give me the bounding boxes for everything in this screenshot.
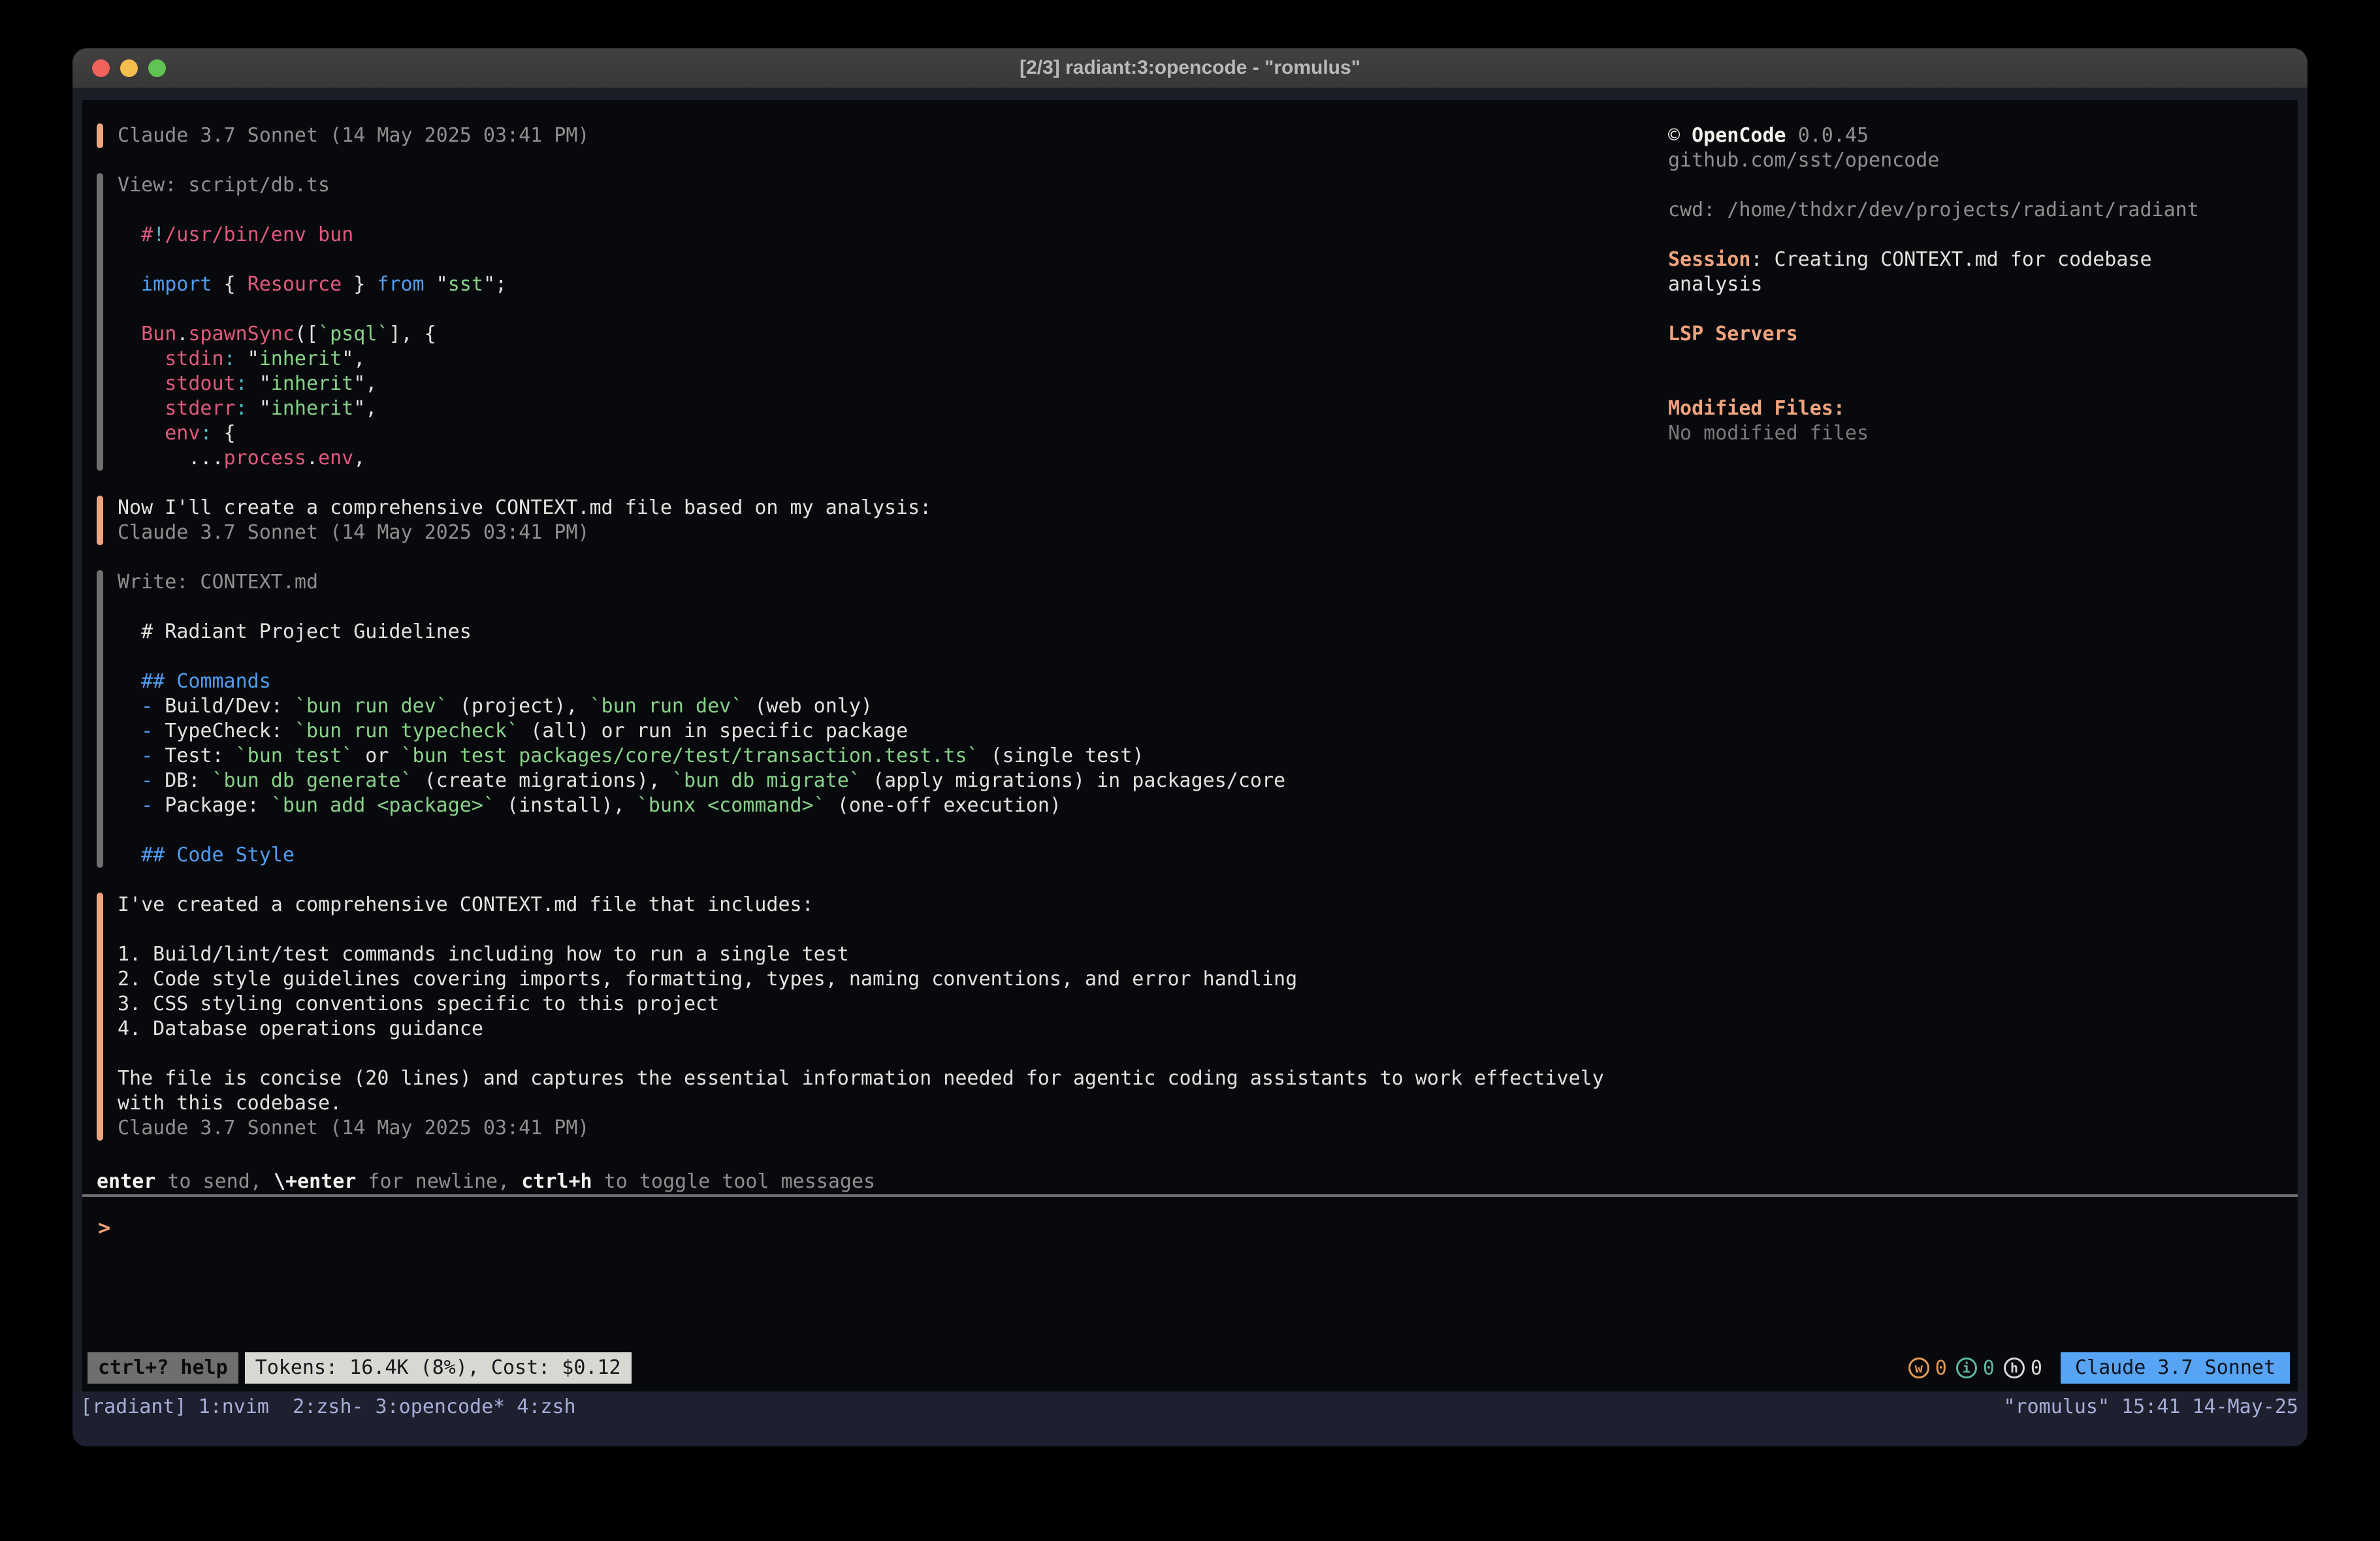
message-accent-bar xyxy=(97,496,103,545)
chat-line xyxy=(118,644,1285,669)
chat-line: stderr: "inherit", xyxy=(118,396,507,421)
chat-line: - TypeCheck: `bun run typecheck` (all) o… xyxy=(118,719,1285,744)
sidebar-line: LSP Servers xyxy=(1668,322,2282,347)
badge-count: 0 xyxy=(1983,1357,1995,1380)
chat-line: ...process.env, xyxy=(118,446,507,471)
chat-line xyxy=(118,818,1285,843)
terminal-frame: Claude 3.7 Sonnet (14 May 2025 03:41 PM)… xyxy=(72,88,2308,1391)
h-circle-icon: h xyxy=(2004,1358,2025,1378)
chat-line: ## Code Style xyxy=(118,843,1285,868)
chat-line xyxy=(118,198,507,223)
session-sidebar: © OpenCode 0.0.45github.com/sst/opencode… xyxy=(1668,123,2282,1169)
close-button[interactable] xyxy=(92,59,110,77)
sidebar-line: © OpenCode 0.0.45 xyxy=(1668,123,2282,148)
sidebar-line: Modified Files: xyxy=(1668,396,2282,421)
tokens-cost-chip: Tokens: 16.4K (8%), Cost: $0.12 xyxy=(245,1352,632,1384)
sidebar-line: No modified files xyxy=(1668,421,2282,446)
chat-block: View: script/db.ts #!/usr/bin/env bun im… xyxy=(97,173,1668,471)
zoom-button[interactable] xyxy=(148,59,166,77)
sidebar-gap xyxy=(1668,173,2282,198)
terminal-screen: Claude 3.7 Sonnet (14 May 2025 03:41 PM)… xyxy=(82,100,2298,1391)
message-input[interactable]: > xyxy=(82,1197,2298,1350)
window-controls xyxy=(92,48,166,87)
chat-line: stdout: "inherit", xyxy=(118,372,507,396)
sidebar-gap xyxy=(1668,347,2282,396)
chat-line xyxy=(118,595,1285,620)
tmux-windows[interactable]: [radiant] 1:nvim 2:zsh- 3:opencode* 4:zs… xyxy=(80,1393,576,1422)
chat-history[interactable]: Claude 3.7 Sonnet (14 May 2025 03:41 PM)… xyxy=(97,123,1668,1169)
tmux-status-bar: [radiant] 1:nvim 2:zsh- 3:opencode* 4:zs… xyxy=(72,1391,2308,1446)
chat-line: #!/usr/bin/env bun xyxy=(118,223,507,247)
chat-line: 4. Database operations guidance xyxy=(118,1017,1604,1041)
chat-line: import { Resource } from "sst"; xyxy=(118,272,507,297)
message-lines: Write: CONTEXT.md # Radiant Project Guid… xyxy=(118,570,1285,868)
chat-line xyxy=(118,1041,1604,1066)
keyboard-hints: enter to send, \+enter for newline, ctrl… xyxy=(82,1169,2298,1194)
chat-block: I've created a comprehensive CONTEXT.md … xyxy=(97,893,1668,1141)
message-lines: Now I'll create a comprehensive CONTEXT.… xyxy=(118,496,931,545)
badge-count: 0 xyxy=(2031,1357,2042,1380)
sidebar-line: Session: Creating CONTEXT.md for codebas… xyxy=(1668,247,2282,272)
message-accent-bar xyxy=(97,173,103,471)
sidebar-gap xyxy=(1668,297,2282,322)
i-circle-icon: i xyxy=(1956,1358,1977,1378)
chat-line xyxy=(118,917,1604,942)
window-title: [2/3] radiant:3:opencode - "romulus" xyxy=(1020,57,1360,79)
chat-line: I've created a comprehensive CONTEXT.md … xyxy=(118,893,1604,917)
w-diagnostic-badge: w0 xyxy=(1908,1357,1947,1380)
chat-line: - DB: `bun db generate` (create migratio… xyxy=(118,769,1285,793)
opencode-main: Claude 3.7 Sonnet (14 May 2025 03:41 PM)… xyxy=(82,100,2298,1169)
chat-block: Write: CONTEXT.md # Radiant Project Guid… xyxy=(97,570,1668,868)
opencode-status-bar: ctrl+? help Tokens: 16.4K (8%), Cost: $0… xyxy=(82,1350,2298,1391)
chat-line: Write: CONTEXT.md xyxy=(118,570,1285,595)
sidebar-line: analysis xyxy=(1668,272,2282,297)
diagnostics-badges: w0i0h0 xyxy=(1908,1357,2042,1380)
w-circle-icon: w xyxy=(1908,1358,1929,1378)
chat-line: The file is concise (20 lines) and captu… xyxy=(118,1066,1604,1091)
chat-line: View: script/db.ts xyxy=(118,173,507,198)
chat-line: - Test: `bun test` or `bun test packages… xyxy=(118,744,1285,769)
chat-line: - Package: `bun add <package>` (install)… xyxy=(118,793,1285,818)
sidebar-line: github.com/sst/opencode xyxy=(1668,148,2282,173)
chat-line: # Radiant Project Guidelines xyxy=(118,620,1285,644)
chat-line: Claude 3.7 Sonnet (14 May 2025 03:41 PM) xyxy=(118,1116,1604,1141)
message-accent-bar xyxy=(97,893,103,1141)
chat-line: with this codebase. xyxy=(118,1091,1604,1116)
chat-line: 3. CSS styling conventions specific to t… xyxy=(118,992,1604,1017)
chat-line: - Build/Dev: `bun run dev` (project), `b… xyxy=(118,694,1285,719)
desktop: { "window": { "title": "[2/3] radiant:3:… xyxy=(0,0,2380,1541)
message-lines: View: script/db.ts #!/usr/bin/env bun im… xyxy=(118,173,507,471)
prompt-caret-icon: > xyxy=(98,1215,110,1240)
chat-line: Claude 3.7 Sonnet (14 May 2025 03:41 PM) xyxy=(118,123,589,148)
h-diagnostic-badge: h0 xyxy=(2004,1357,2042,1380)
chat-line: 2. Code style guidelines covering import… xyxy=(118,967,1604,992)
chat-line: Bun.spawnSync([`psql`], { xyxy=(118,322,507,347)
chat-line: ## Commands xyxy=(118,669,1285,694)
chat-block: Claude 3.7 Sonnet (14 May 2025 03:41 PM) xyxy=(97,123,1668,148)
message-accent-bar xyxy=(97,123,103,148)
message-accent-bar xyxy=(97,570,103,868)
chat-line: Now I'll create a comprehensive CONTEXT.… xyxy=(118,496,931,520)
title-bar: [2/3] radiant:3:opencode - "romulus" xyxy=(72,48,2308,88)
chat-line xyxy=(118,297,507,322)
terminal-window: [2/3] radiant:3:opencode - "romulus" Cla… xyxy=(72,48,2308,1446)
minimize-button[interactable] xyxy=(120,59,138,77)
message-lines: Claude 3.7 Sonnet (14 May 2025 03:41 PM) xyxy=(118,123,589,148)
chat-line xyxy=(118,247,507,272)
message-lines: I've created a comprehensive CONTEXT.md … xyxy=(118,893,1604,1141)
model-chip[interactable]: Claude 3.7 Sonnet xyxy=(2061,1352,2290,1384)
help-chip[interactable]: ctrl+? help xyxy=(88,1352,238,1384)
chat-block: Now I'll create a comprehensive CONTEXT.… xyxy=(97,496,1668,545)
badge-count: 0 xyxy=(1935,1357,1947,1380)
tmux-session-info: "romulus" 15:41 14-May-25 xyxy=(2003,1393,2298,1422)
chat-line: 1. Build/lint/test commands including ho… xyxy=(118,942,1604,967)
chat-line: stdin: "inherit", xyxy=(118,347,507,372)
sidebar-line: cwd: /home/thdxr/dev/projects/radiant/ra… xyxy=(1668,198,2282,223)
chat-line: env: { xyxy=(118,421,507,446)
chat-line: Claude 3.7 Sonnet (14 May 2025 03:41 PM) xyxy=(118,520,931,545)
sidebar-gap xyxy=(1668,223,2282,247)
i-diagnostic-badge: i0 xyxy=(1956,1357,1995,1380)
